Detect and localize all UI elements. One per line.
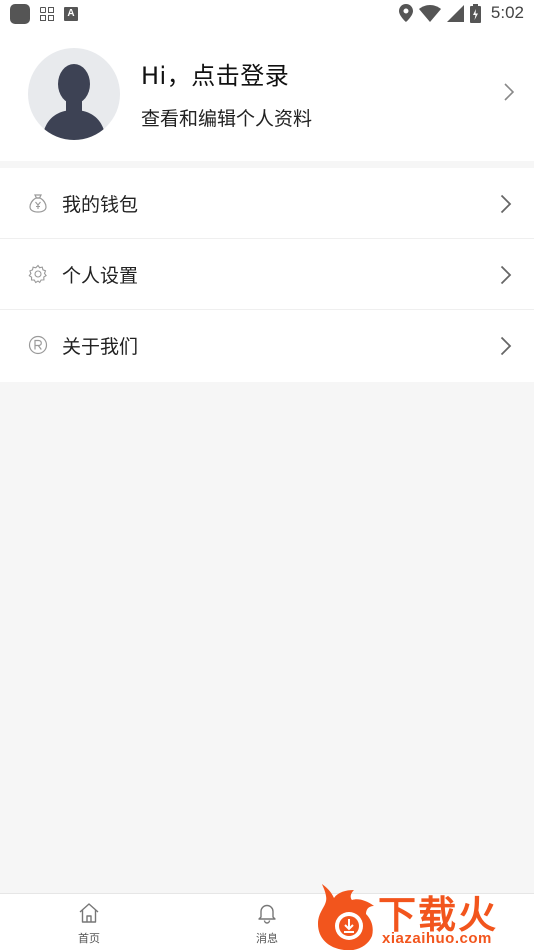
status-time: 5:02 [490,3,524,22]
menu-item-label: 我的钱包 [62,194,139,216]
wallet-icon [29,194,47,213]
chevron-right-icon [500,265,512,285]
tab-messages[interactable]: 消息 [237,902,297,946]
menu-item-settings[interactable]: 个人设置 [0,239,534,310]
chevron-right-icon[interactable] [504,83,514,101]
registered-icon [28,335,48,355]
bell-icon [258,904,276,924]
a-icon: A [64,7,78,21]
menu-item-label: 个人设置 [62,265,139,287]
watermark: 下载火 xiazaihuo.com [316,880,534,950]
menu-item-label: 关于我们 [62,336,139,358]
location-icon [398,4,413,22]
chevron-right-icon [500,194,512,214]
menu-item-wallet[interactable]: 我的钱包 [0,168,534,239]
tab-label: 消息 [256,932,278,945]
signal-icon [446,4,464,22]
status-right-icons: 5:02 [398,3,524,23]
tab-label: 首页 [78,932,100,945]
status-bar: A 5:02 [0,0,534,28]
user-silhouette-icon [42,64,106,140]
settings-menu: 我的钱包 个人设置 关于我们 [0,168,534,382]
grid-icon [40,7,54,21]
tab-home[interactable]: 首页 [59,902,119,946]
app-icon [10,4,30,24]
status-left-icons: A [10,4,78,24]
gear-icon [28,264,47,284]
battery-icon [469,3,481,23]
profile-subtitle: 查看和编辑个人资料 [141,108,313,130]
wifi-icon [418,4,441,22]
avatar[interactable] [28,48,120,140]
flame-logo-icon [318,884,374,950]
home-icon [79,903,99,923]
menu-item-about[interactable]: 关于我们 [0,310,534,382]
profile-title[interactable]: Hi，点击登录 [141,56,289,91]
chevron-right-icon [500,336,512,356]
profile-card[interactable]: Hi，点击登录 查看和编辑个人资料 [0,28,534,161]
watermark-url: xiazaihuo.com [382,930,492,947]
